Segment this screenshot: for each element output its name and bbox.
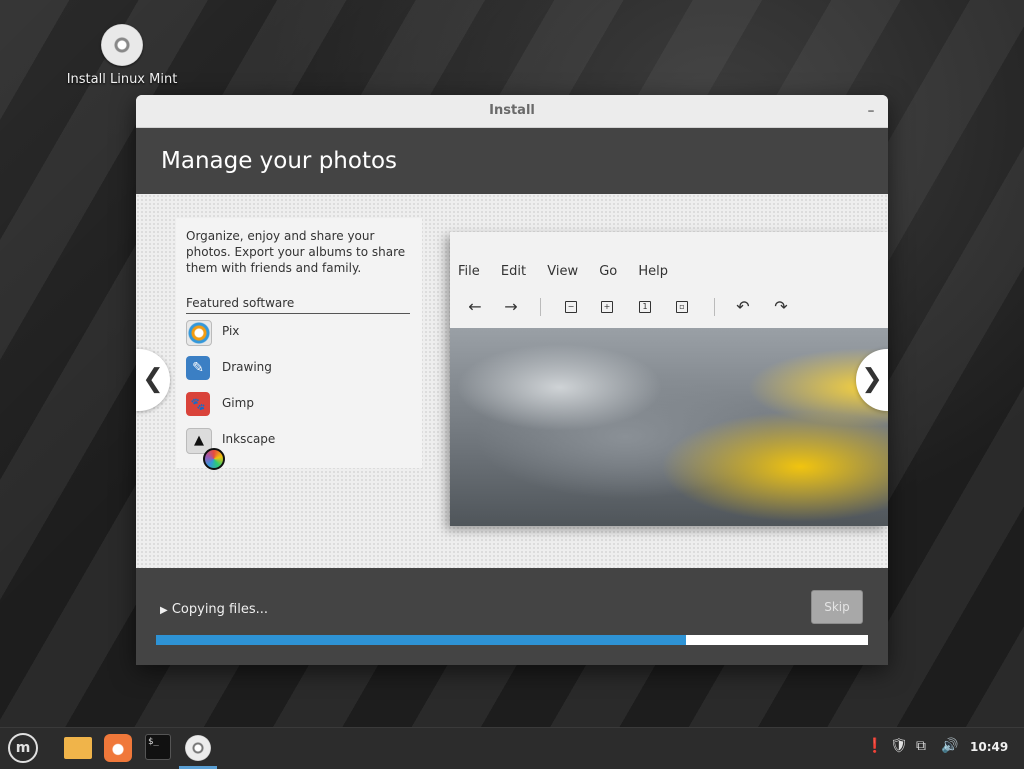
volume-icon[interactable]: 🔊	[941, 738, 958, 754]
app-screenshot-pix: File Edit View Go Help ← → − + 1 ▫ ↶ ↷	[450, 232, 888, 526]
expander-triangle-icon: ▶	[160, 605, 168, 616]
menu-help: Help	[638, 264, 669, 279]
app-name: Pix	[222, 324, 240, 338]
app-name: Gimp	[222, 396, 254, 410]
color-wheel-icon	[203, 448, 225, 470]
desktop-icon-install[interactable]: Install Linux Mint	[64, 24, 180, 87]
status-text: Copying files...	[171, 602, 269, 617]
zoom-out-icon: −	[565, 301, 577, 313]
pix-icon	[186, 320, 212, 346]
app-item-gimp: 🐾 Gimp	[186, 386, 422, 422]
firefox-icon[interactable]	[104, 734, 132, 762]
slide-description: Organize, enjoy and share your photos. E…	[186, 229, 406, 275]
screenshot-menubar: File Edit View Go Help	[458, 264, 685, 279]
terminal-icon[interactable]: $_	[145, 734, 171, 760]
info-panel: Organize, enjoy and share your photos. E…	[176, 218, 422, 470]
status-expander[interactable]: ▶ Copying files...	[160, 602, 268, 617]
toolbar-separator	[714, 298, 715, 316]
installer-window: Install – Manage your photos Organize, e…	[136, 95, 888, 665]
app-item-drawing: ✎ Drawing	[186, 350, 422, 386]
update-manager-icon[interactable]: ❗	[866, 738, 883, 754]
skip-button[interactable]: Skip	[811, 590, 863, 624]
rotate-left-icon: ↶	[736, 297, 750, 316]
progress-fill	[156, 635, 687, 645]
zoom-in-icon: +	[601, 301, 613, 313]
app-item-pix: Pix	[186, 314, 422, 350]
disc-icon	[101, 24, 143, 66]
screenshot-toolbar: ← → − + 1 ▫ ↶ ↷	[464, 296, 884, 320]
network-icon[interactable]: ⧉	[916, 738, 926, 754]
app-name: Drawing	[222, 360, 272, 374]
installer-taskbar-icon[interactable]	[185, 735, 211, 761]
shield-icon[interactable]: 🛡	[890, 738, 908, 754]
installer-footer: ▶ Copying files... Skip	[136, 568, 888, 665]
menu-go: Go	[599, 264, 618, 279]
rotate-right-icon: ↷	[774, 297, 788, 316]
slide-title: Manage your photos	[136, 128, 888, 195]
progress-bar	[156, 635, 868, 645]
actual-size-icon: 1	[639, 301, 651, 313]
gimp-icon: 🐾	[186, 392, 210, 416]
clock[interactable]: 10:49	[970, 740, 1008, 754]
zoom-fit-icon: ▫	[676, 301, 688, 313]
lily-photo	[450, 328, 888, 526]
app-name: Inkscape	[222, 432, 276, 446]
mint-menu-icon[interactable]: m	[8, 733, 38, 763]
back-arrow-icon: ←	[468, 297, 482, 316]
featured-software-heading: Featured software	[186, 296, 410, 314]
toolbar-separator	[540, 298, 541, 316]
desktop-icon-label: Install Linux Mint	[66, 72, 178, 87]
menu-file: File	[458, 264, 480, 279]
forward-arrow-icon: →	[504, 297, 518, 316]
menu-view: View	[547, 264, 579, 279]
taskbar: m $_ ❗ 🛡 ⧉ 🔊 10:49	[0, 727, 1024, 769]
window-title: Install	[489, 103, 535, 118]
minimize-button[interactable]: –	[864, 95, 878, 127]
app-item-inkscape: ▲ Inkscape	[186, 422, 422, 470]
menu-edit: Edit	[500, 264, 527, 279]
window-titlebar[interactable]: Install –	[136, 95, 888, 128]
drawing-icon: ✎	[186, 356, 210, 380]
files-icon[interactable]	[64, 737, 92, 759]
